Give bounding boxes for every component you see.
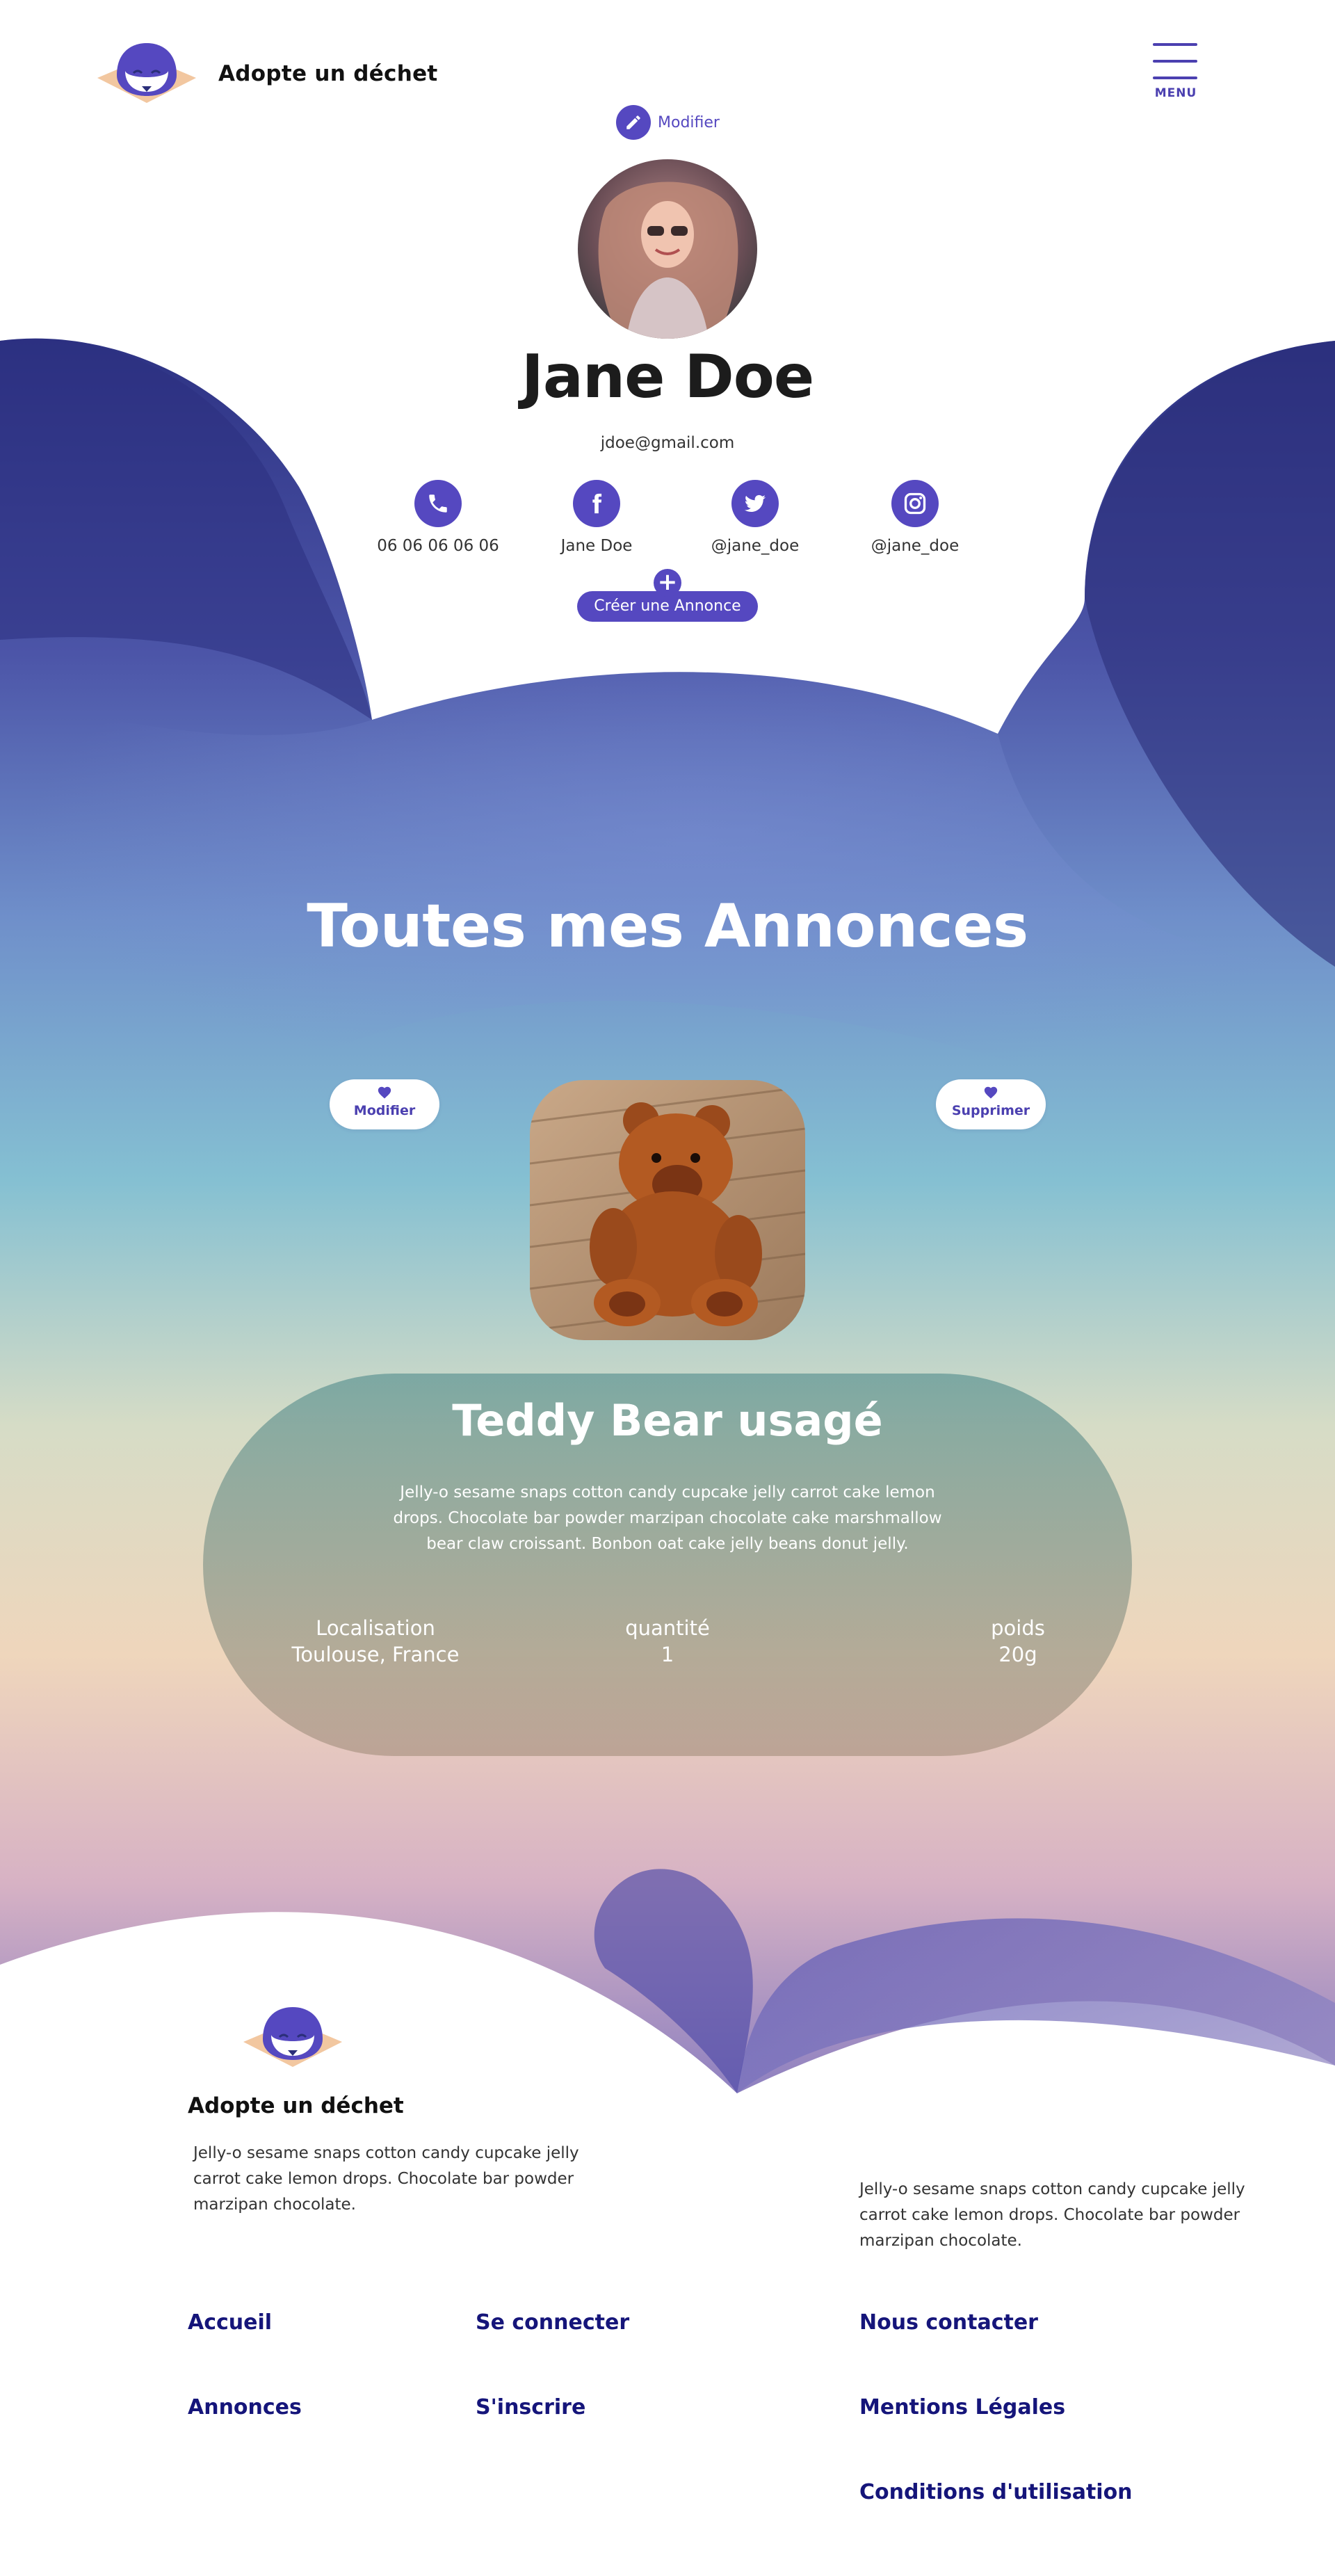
contact-instagram-label: @jane_doe (871, 537, 960, 555)
plus-icon: + (654, 569, 681, 597)
footer-link-login[interactable]: Se connecter (476, 2310, 629, 2335)
contact-twitter-label: @jane_doe (711, 537, 800, 555)
profile-name: Jane Doe (521, 342, 814, 412)
contact-facebook-label: Jane Doe (560, 537, 633, 555)
quantity-label: quantité (625, 1616, 710, 1640)
brand-logo[interactable] (97, 40, 196, 107)
contact-phone-label: 06 06 06 06 06 (377, 537, 499, 555)
footer-link-home[interactable]: Accueil (188, 2310, 272, 2335)
footer-link-legal[interactable]: Mentions Légales (859, 2395, 1065, 2420)
facebook-icon (573, 480, 620, 527)
listing-image[interactable] (530, 1080, 805, 1340)
footer-text-right: Jelly-o sesame snaps cotton candy cupcak… (859, 2180, 1245, 2250)
delete-listing-label: Supprimer (951, 1103, 1030, 1118)
phone-icon (414, 480, 462, 527)
listing-title: Teddy Bear usagé (452, 1395, 883, 1446)
listing-location: Localisation Toulouse, France (264, 1615, 487, 1668)
heart-icon (378, 1086, 391, 1099)
profile-avatar (578, 159, 757, 339)
brand-logo-icon (97, 43, 196, 103)
contact-twitter[interactable]: @jane_doe (679, 480, 832, 555)
delete-listing-button[interactable]: Supprimer (936, 1079, 1046, 1129)
edit-profile-button[interactable]: Modifier (616, 104, 720, 140)
menu-line-icon (1153, 77, 1197, 79)
edit-profile-label: Modifier (658, 113, 720, 131)
footer-text-left: Jelly-o sesame snaps cotton candy cupcak… (193, 2144, 579, 2214)
location-value: Toulouse, France (291, 1643, 460, 1666)
weight-value: 20g (998, 1643, 1037, 1666)
contact-facebook[interactable]: Jane Doe (520, 480, 673, 555)
profile-email: jdoe@gmail.com (600, 434, 735, 452)
menu-line-icon (1153, 43, 1197, 46)
contact-instagram[interactable]: @jane_doe (839, 480, 992, 555)
footer-link-contact[interactable]: Nous contacter (859, 2310, 1038, 2335)
section-title: Toutes mes Annonces (307, 892, 1028, 961)
weight-label: poids (991, 1616, 1045, 1640)
listing-description: Jelly-o sesame snaps cotton candy cupcak… (393, 1483, 942, 1553)
create-listing-button[interactable]: Créer une Annonce + (577, 569, 758, 623)
brand-title[interactable]: Adopte un déchet (218, 61, 438, 86)
quantity-value: 1 (661, 1643, 674, 1666)
menu-button[interactable]: MENU (1151, 40, 1200, 103)
contact-phone[interactable]: 06 06 06 06 06 (362, 480, 515, 555)
heart-icon (984, 1086, 998, 1099)
menu-line-icon (1153, 60, 1197, 63)
footer-link-terms[interactable]: Conditions d'utilisation (859, 2480, 1133, 2504)
pencil-icon (616, 105, 651, 140)
menu-label: MENU (1154, 86, 1197, 100)
listing-weight: poids 20g (948, 1615, 1087, 1668)
twitter-icon (731, 480, 779, 527)
listing-quantity: quantité 1 (570, 1615, 765, 1668)
instagram-icon (891, 480, 939, 527)
edit-listing-label: Modifier (353, 1103, 416, 1118)
footer-link-signup[interactable]: S'inscrire (476, 2395, 585, 2420)
footer-brand: Adopte un déchet (188, 2093, 404, 2118)
footer-link-listings[interactable]: Annonces (188, 2395, 302, 2420)
footer-logo[interactable] (243, 2004, 342, 2071)
brand-logo-icon (243, 2007, 342, 2067)
location-label: Localisation (316, 1616, 435, 1640)
edit-listing-button[interactable]: Modifier (330, 1079, 439, 1129)
